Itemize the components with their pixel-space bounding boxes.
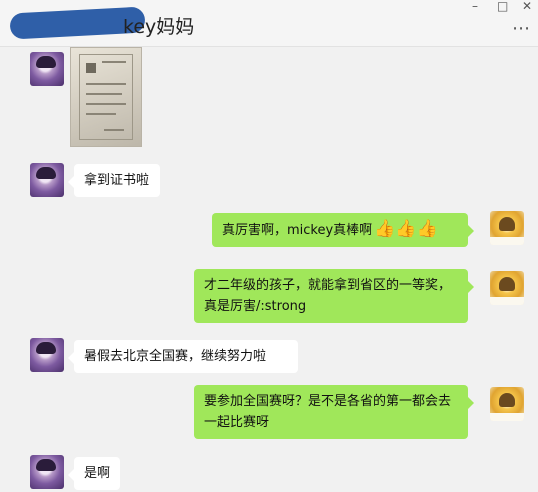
certificate-image[interactable] xyxy=(70,47,142,147)
certificate-border xyxy=(79,54,133,140)
thumbs-up-icon: 👍👍👍 xyxy=(374,219,438,239)
sent-message[interactable]: 要参加全国赛呀？是不是各省的第一都会去一起比赛呀 xyxy=(194,385,474,439)
received-message[interactable]: 拿到证书啦 xyxy=(68,164,160,197)
sent-message[interactable]: 才二年级的孩子，就能拿到省区的一等奖，真是厉害/:strong xyxy=(194,269,474,323)
chat-message-list[interactable]: 拿到证书啦 真厉害啊，mickey真棒啊 👍👍👍 才二年级的孩子，就能拿到省区的一… xyxy=(0,47,538,492)
message-text: 是啊 xyxy=(84,466,111,481)
message-text: 暑假去北京全国赛，继续努力啦 xyxy=(84,349,267,364)
sent-message[interactable]: 真厉害啊，mickey真棒啊 👍👍👍 xyxy=(212,213,474,247)
message-text: 才二年级的孩子，就能拿到省区的一等奖，真是厉害/:strong xyxy=(204,278,452,314)
message-text: 真厉害啊，mickey真棒啊 xyxy=(222,223,373,238)
certificate-text-line xyxy=(86,93,122,95)
certificate-text-line xyxy=(86,113,116,115)
maximize-icon[interactable]: □ xyxy=(497,0,508,12)
contact-avatar[interactable] xyxy=(30,455,64,489)
certificate-signature-line xyxy=(104,129,124,131)
close-icon[interactable]: ✕ xyxy=(522,0,532,12)
certificate-text-line xyxy=(86,83,126,85)
received-message[interactable]: 是啊 xyxy=(68,457,120,490)
certificate-photo-mark xyxy=(86,63,96,73)
received-message[interactable]: 暑假去北京全国赛，继续努力啦 xyxy=(68,340,298,373)
my-avatar[interactable] xyxy=(490,211,524,245)
contact-avatar[interactable] xyxy=(30,338,64,372)
certificate-text-line xyxy=(86,103,126,105)
minimize-icon[interactable]: – xyxy=(472,0,478,12)
my-avatar[interactable] xyxy=(490,387,524,421)
chat-title-bar: key妈妈 – □ ✕ ⋯ xyxy=(0,0,538,47)
message-text: 要参加全国赛呀？是不是各省的第一都会去一起比赛呀 xyxy=(204,394,452,430)
chat-title: key妈妈 xyxy=(123,16,195,38)
contact-avatar[interactable] xyxy=(30,163,64,197)
more-options-icon[interactable]: ⋯ xyxy=(512,18,532,39)
my-avatar[interactable] xyxy=(490,271,524,305)
message-text: 拿到证书啦 xyxy=(84,173,150,188)
certificate-heading-line xyxy=(102,61,126,63)
contact-avatar[interactable] xyxy=(30,52,64,86)
